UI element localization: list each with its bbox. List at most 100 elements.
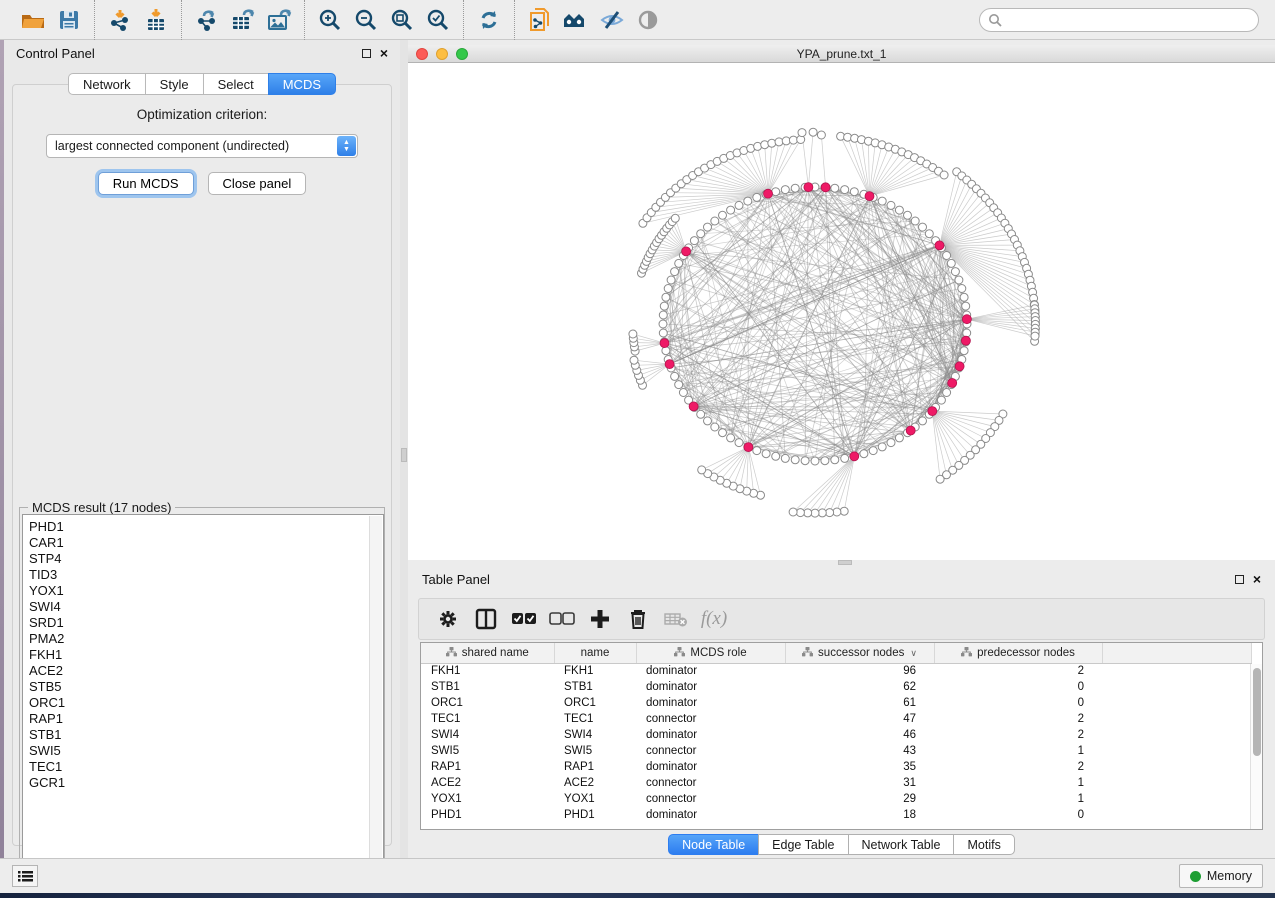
- h-splitter-handle[interactable]: [838, 560, 852, 565]
- mcds-result-item[interactable]: STB5: [29, 679, 383, 695]
- table-cell: ACE2: [421, 775, 554, 791]
- tab-mcds[interactable]: MCDS: [268, 73, 336, 95]
- mcds-result-item[interactable]: ACE2: [29, 663, 383, 679]
- show-all-icon[interactable]: [630, 4, 666, 36]
- save-session-icon[interactable]: [51, 4, 87, 36]
- table-cell-filler: [1102, 711, 1251, 727]
- column-header-shared-name[interactable]: shared name: [421, 643, 554, 663]
- network-window-titlebar[interactable]: YPA_prune.txt_1: [408, 45, 1275, 63]
- table-cell: connector: [636, 743, 785, 759]
- export-network-icon[interactable]: [189, 4, 225, 36]
- run-mcds-button[interactable]: Run MCDS: [98, 172, 194, 195]
- network-canvas[interactable]: [408, 63, 1275, 560]
- tab-motifs[interactable]: Motifs: [953, 834, 1014, 855]
- search-input[interactable]: [1003, 13, 1258, 27]
- settings-icon[interactable]: [431, 602, 465, 636]
- column-header-predecessor-nodes[interactable]: predecessor nodes: [934, 643, 1102, 663]
- table-row[interactable]: YOX1YOX1connector291: [421, 791, 1251, 807]
- table-row[interactable]: ACE2ACE2connector311: [421, 775, 1251, 791]
- tab-edge-table[interactable]: Edge Table: [758, 834, 847, 855]
- network-view-window: YPA_prune.txt_1: [408, 45, 1275, 560]
- close-panel-button[interactable]: Close panel: [208, 172, 307, 195]
- first-neighbors-icon[interactable]: [558, 4, 594, 36]
- mcds-result-item[interactable]: PHD1: [29, 519, 383, 535]
- table-cell: 1: [934, 743, 1102, 759]
- tab-style[interactable]: Style: [145, 73, 203, 95]
- table-row[interactable]: SWI4SWI4dominator462: [421, 727, 1251, 743]
- refresh-icon[interactable]: [471, 4, 507, 36]
- tab-select[interactable]: Select: [203, 73, 268, 95]
- task-history-button[interactable]: [12, 865, 38, 887]
- close-panel-icon[interactable]: ×: [380, 48, 388, 58]
- open-file-icon[interactable]: [15, 4, 51, 36]
- zoom-selected-icon[interactable]: [420, 4, 456, 36]
- split-view-icon[interactable]: [469, 602, 503, 636]
- table-cell: 47: [785, 711, 934, 727]
- search-field[interactable]: [979, 8, 1259, 32]
- table-row[interactable]: RAP1RAP1dominator352: [421, 759, 1251, 775]
- float-panel-icon[interactable]: [362, 49, 371, 58]
- table-scrollbar-thumb[interactable]: [1253, 668, 1261, 756]
- table-row[interactable]: PHD1PHD1dominator180: [421, 807, 1251, 823]
- tab-node-table[interactable]: Node Table: [668, 834, 758, 855]
- toolbar-group-zoom: [304, 0, 463, 40]
- mcds-result-item[interactable]: STP4: [29, 551, 383, 567]
- mcds-result-group: MCDS result (17 nodes) PHD1CAR1STP4TID3Y…: [19, 507, 385, 875]
- column-header-MCDS-role[interactable]: MCDS role: [636, 643, 785, 663]
- mcds-result-item[interactable]: TEC1: [29, 759, 383, 775]
- table-row[interactable]: TEC1TEC1connector472: [421, 711, 1251, 727]
- table-cell: SWI4: [421, 727, 554, 743]
- mcds-result-item[interactable]: GCR1: [29, 775, 383, 791]
- mcds-result-item[interactable]: FKH1: [29, 647, 383, 663]
- table-close-icon[interactable]: ×: [1253, 574, 1261, 584]
- mcds-result-item[interactable]: TID3: [29, 567, 383, 583]
- delete-columns-icon[interactable]: [621, 602, 655, 636]
- mcds-result-item[interactable]: CAR1: [29, 535, 383, 551]
- column-header-name[interactable]: name: [554, 643, 636, 663]
- tab-network[interactable]: Network: [68, 73, 145, 95]
- mcds-result-item[interactable]: STB1: [29, 727, 383, 743]
- table-row[interactable]: SWI5SWI5connector431: [421, 743, 1251, 759]
- table-cell-filler: [1102, 791, 1251, 807]
- mcds-result-item[interactable]: SWI4: [29, 599, 383, 615]
- import-table-icon[interactable]: [138, 4, 174, 36]
- table-row[interactable]: ORC1ORC1dominator610: [421, 695, 1251, 711]
- import-network-icon[interactable]: [102, 4, 138, 36]
- table-float-icon[interactable]: [1235, 575, 1244, 584]
- table-cell: 2: [934, 663, 1102, 679]
- memory-button[interactable]: Memory: [1179, 864, 1263, 888]
- mcds-result-list[interactable]: PHD1CAR1STP4TID3YOX1SWI4SRD1PMA2FKH1ACE2…: [22, 514, 384, 872]
- table-cell: FKH1: [554, 663, 636, 679]
- mcds-result-item[interactable]: YOX1: [29, 583, 383, 599]
- select-all-rows-icon[interactable]: [507, 602, 541, 636]
- mcds-result-item[interactable]: SWI5: [29, 743, 383, 759]
- export-table-icon[interactable]: [225, 4, 261, 36]
- zoom-in-icon[interactable]: [312, 4, 348, 36]
- optimization-criterion-select[interactable]: largest connected component (undirected)…: [46, 134, 358, 158]
- mcds-result-item[interactable]: ORC1: [29, 695, 383, 711]
- mcds-result-item[interactable]: SRD1: [29, 615, 383, 631]
- mcds-result-item[interactable]: PMA2: [29, 631, 383, 647]
- table-scrollbar[interactable]: [1250, 664, 1262, 830]
- deselect-all-rows-icon[interactable]: [545, 602, 579, 636]
- table-row[interactable]: FKH1FKH1dominator962: [421, 663, 1251, 679]
- clone-network-icon[interactable]: [522, 4, 558, 36]
- table-cell: TEC1: [554, 711, 636, 727]
- mcds-result-item[interactable]: RAP1: [29, 711, 383, 727]
- zoom-fit-icon[interactable]: [384, 4, 420, 36]
- table-cell: 2: [934, 711, 1102, 727]
- mcds-result-scrollbar[interactable]: [369, 516, 382, 872]
- add-column-icon[interactable]: [583, 602, 617, 636]
- tab-network-table[interactable]: Network Table: [848, 834, 954, 855]
- hide-selected-icon[interactable]: [594, 4, 630, 36]
- table-row[interactable]: STB1STB1dominator620: [421, 679, 1251, 695]
- table-cell: 62: [785, 679, 934, 695]
- zoom-out-icon[interactable]: [348, 4, 384, 36]
- vertical-splitter[interactable]: [400, 40, 408, 858]
- export-image-icon[interactable]: [261, 4, 297, 36]
- column-header-successor-nodes[interactable]: successor nodes∨: [785, 643, 934, 663]
- splitter-handle[interactable]: [401, 448, 407, 462]
- memory-status-icon: [1190, 871, 1201, 882]
- application-window: Control Panel × NetworkStyleSelectMCDS O…: [0, 0, 1275, 893]
- table-cell-filler: [1102, 663, 1251, 679]
